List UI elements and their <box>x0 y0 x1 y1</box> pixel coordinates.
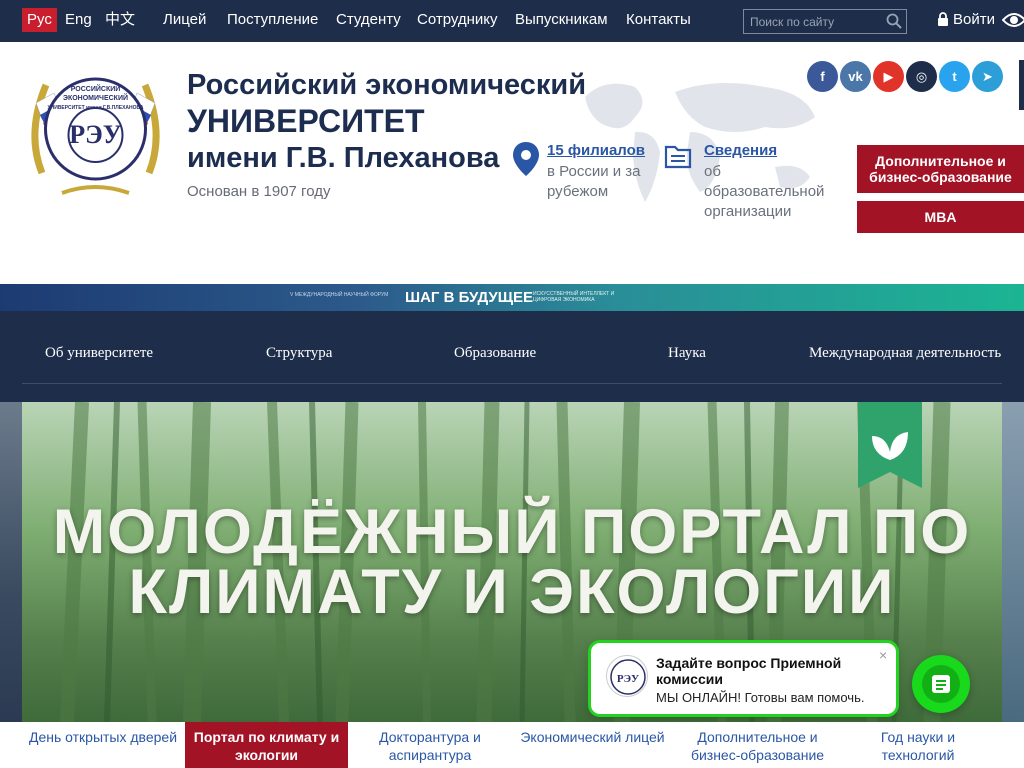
university-name-line2: УНИВЕРСИТЕТ <box>187 103 425 139</box>
tab-science-year[interactable]: Год науки и технологий <box>848 722 988 768</box>
topnav-staff[interactable]: Сотруднику <box>417 0 498 42</box>
founded-text: Основан в 1907 году <box>187 183 331 200</box>
slider-next-slide[interactable] <box>1002 402 1024 722</box>
tab-climate-portal[interactable]: Портал по климату и экологии <box>185 722 348 768</box>
tab-doctorate[interactable]: Докторантура и аспирантура <box>350 722 510 768</box>
chat-question: Задайте вопрос Приемной комиссии <box>656 655 842 687</box>
svg-text:РЭУ: РЭУ <box>617 673 639 685</box>
lang-en[interactable]: Eng <box>60 8 97 32</box>
search-box <box>743 9 907 34</box>
top-bar: Рус Eng 中文 Лицей Поступление Студенту Со… <box>0 0 1024 42</box>
youtube-icon[interactable]: ▶ <box>873 61 904 92</box>
branches-subtitle: в России и за рубежом <box>547 163 641 200</box>
lang-ru[interactable]: Рус <box>22 8 57 32</box>
svg-text:РОССИЙСКИЙ: РОССИЙСКИЙ <box>71 84 121 93</box>
org-info-subtitle: об образовательной организации <box>704 163 825 220</box>
hero-title-line1: МОЛОДЁЖНЫЙ ПОРТАЛ ПО <box>52 497 972 567</box>
close-icon[interactable]: × <box>879 647 887 663</box>
slider-prev-slide[interactable] <box>0 402 22 722</box>
hero-title-line2: КЛИМАТУ И ЭКОЛОГИИ <box>128 557 896 627</box>
search-icon[interactable] <box>885 12 903 30</box>
tab-open-day[interactable]: День открытых дверей <box>22 722 184 768</box>
telegram-icon[interactable]: ➤ <box>972 61 1003 92</box>
topnav-lyceum[interactable]: Лицей <box>163 0 206 42</box>
mainnav-international[interactable]: Международная деятельность <box>809 345 1001 362</box>
nav-divider <box>22 383 1002 384</box>
folder-icon <box>664 143 692 174</box>
banner-right-caption: ИСКУССТВЕННЫЙ ИНТЕЛЛЕКТ И ЦИФРОВАЯ ЭКОНО… <box>533 291 615 303</box>
chat-online-status: МЫ ОНЛАЙН! Готовы вам помочь. <box>656 690 865 705</box>
mainnav-about[interactable]: Об университете <box>45 345 153 362</box>
lang-zh[interactable]: 中文 <box>100 8 140 32</box>
topnav-alumni[interactable]: Выпускникам <box>515 0 608 42</box>
org-info-link[interactable]: Сведения <box>704 142 777 159</box>
vk-icon[interactable]: vk <box>840 61 871 92</box>
message-icon <box>932 675 950 693</box>
instagram-icon[interactable]: ◎ <box>906 61 937 92</box>
banner-title: ШАГ В БУДУЩЕЕ <box>405 289 534 306</box>
university-name-line1: Российский экономический <box>187 69 587 101</box>
lock-icon <box>938 12 948 26</box>
extra-education-button[interactable]: Дополнительное и бизнес-образование <box>857 145 1024 193</box>
university-logo[interactable]: РЭУ РОССИЙСКИЙ ЭКОНОМИЧЕСКИЙ УНИВЕРСИТЕТ… <box>22 63 169 200</box>
tab-economic-lyceum[interactable]: Экономический лицей <box>515 722 670 768</box>
search-input[interactable] <box>744 10 884 33</box>
accessibility-eye-icon[interactable] <box>1001 11 1024 34</box>
topnav-admission[interactable]: Поступление <box>227 0 318 42</box>
leaf-icon <box>858 402 922 488</box>
login-button[interactable]: Войти <box>937 0 995 42</box>
mba-button[interactable]: MBA <box>857 201 1024 233</box>
side-tab-handle[interactable] <box>1019 60 1024 110</box>
facebook-icon[interactable]: f <box>807 61 838 92</box>
chat-open-button[interactable] <box>912 655 970 713</box>
branches-link[interactable]: 15 филиалов <box>547 142 645 159</box>
login-label: Войти <box>953 11 995 28</box>
hero-title: МОЛОДЁЖНЫЙ ПОРТАЛ ПО КЛИМАТУ И ЭКОЛОГИИ <box>22 497 1002 627</box>
mainnav-education[interactable]: Образование <box>454 345 536 362</box>
bottom-tabs: День открытых дверей Портал по климату и… <box>0 722 1024 768</box>
tab-extra-education[interactable]: Дополнительное и бизнес-образование <box>675 722 840 768</box>
map-pin-icon <box>512 141 540 182</box>
forum-banner[interactable]: V МЕЖДУНАРОДНЫЙ НАУЧНЫЙ ФОРУМ ШАГ В БУДУ… <box>0 284 1024 311</box>
topnav-contacts[interactable]: Контакты <box>626 0 691 42</box>
svg-text:РЭУ: РЭУ <box>69 120 122 149</box>
banner-left-caption: V МЕЖДУНАРОДНЫЙ НАУЧНЫЙ ФОРУМ <box>290 292 389 298</box>
main-navigation: Об университете Структура Образование На… <box>0 311 1024 402</box>
chat-avatar: РЭУ <box>606 655 648 697</box>
mainnav-structure[interactable]: Структура <box>266 345 332 362</box>
mainnav-science[interactable]: Наука <box>668 345 706 362</box>
admission-chat-popup[interactable]: РЭУ Задайте вопрос Приемной комиссии МЫ … <box>588 640 899 717</box>
svg-text:ЭКОНОМИЧЕСКИЙ: ЭКОНОМИЧЕСКИЙ <box>63 93 128 102</box>
twitter-icon[interactable]: t <box>939 61 970 92</box>
svg-text:УНИВЕРСИТЕТ имени Г.В.ПЛЕХАНОВ: УНИВЕРСИТЕТ имени Г.В.ПЛЕХАНОВА <box>48 105 144 111</box>
topnav-student[interactable]: Студенту <box>336 0 401 42</box>
